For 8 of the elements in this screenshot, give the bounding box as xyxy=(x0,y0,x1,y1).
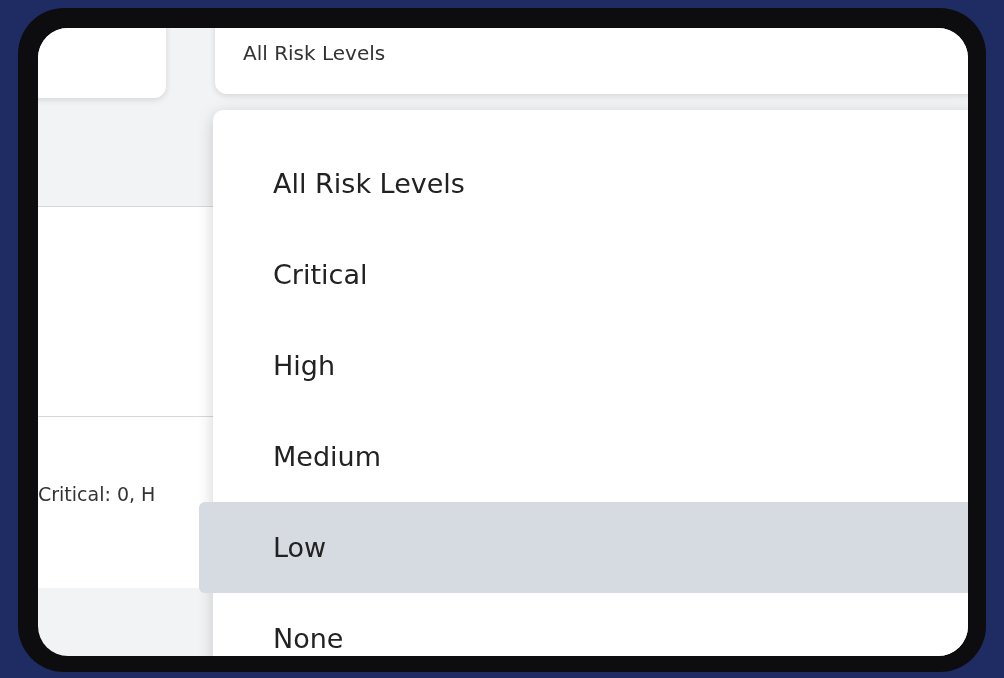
dropdown-option[interactable]: All Risk Levels xyxy=(213,138,968,229)
risk-summary-text: Critical: 0, H xyxy=(38,482,156,507)
dropdown-option[interactable]: None xyxy=(213,593,968,656)
dropdown-option[interactable]: Critical xyxy=(213,229,968,320)
dropdown-option[interactable]: High xyxy=(213,320,968,411)
dropdown-option[interactable]: Low xyxy=(199,502,968,593)
risk-level-select[interactable]: All Risk Levels xyxy=(215,28,968,94)
dropdown-option[interactable]: Medium xyxy=(213,411,968,502)
